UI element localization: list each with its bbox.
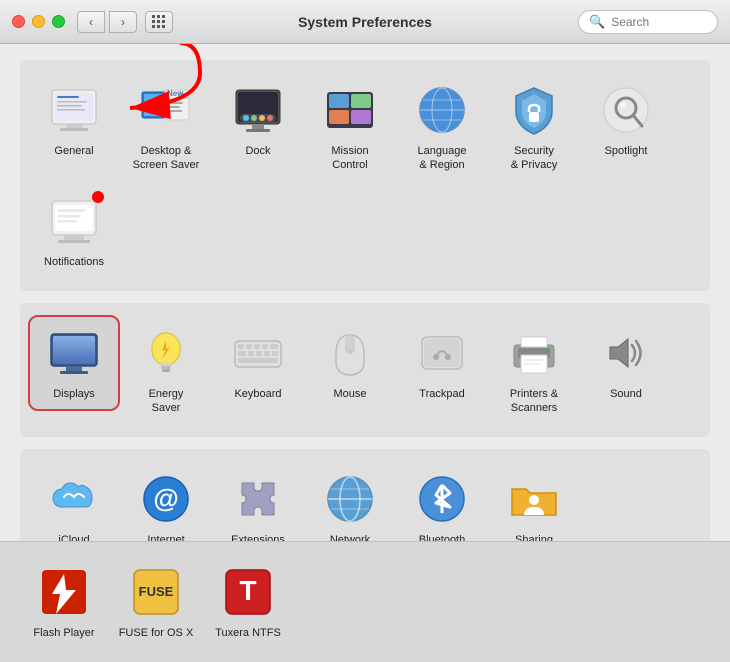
pref-item-sound[interactable]: Sound xyxy=(582,317,670,409)
desktop-icon: New xyxy=(138,82,194,138)
pref-item-spotlight[interactable]: Spotlight xyxy=(582,74,670,166)
sharing-icon xyxy=(506,471,562,527)
printers-label: Printers &Scanners xyxy=(510,387,558,416)
svg-text:New: New xyxy=(167,89,184,98)
minimize-button[interactable] xyxy=(32,15,45,28)
general-label: General xyxy=(54,144,93,158)
search-icon: 🔍 xyxy=(589,14,605,30)
pref-item-fuse[interactable]: FUSE FUSE for OS X xyxy=(112,556,200,648)
pref-item-security[interactable]: Security& Privacy xyxy=(490,74,578,181)
svg-text:FUSE: FUSE xyxy=(139,584,174,599)
section-hardware: Displays EnergySaver xyxy=(20,303,710,438)
notification-badge xyxy=(90,189,106,205)
desktop-label: Desktop &Screen Saver xyxy=(133,144,200,173)
maximize-button[interactable] xyxy=(52,15,65,28)
search-box[interactable]: 🔍 xyxy=(578,10,718,34)
tuxera-label: Tuxera NTFS xyxy=(215,626,281,640)
section-personal: General New Desktop &Screen Saver xyxy=(20,60,710,291)
network-icon xyxy=(322,471,378,527)
pref-item-desktop[interactable]: New Desktop &Screen Saver xyxy=(122,74,210,181)
pref-item-network[interactable]: Network xyxy=(306,463,394,540)
sharing-label: Sharing xyxy=(515,533,553,540)
tuxera-icon: T xyxy=(220,564,276,620)
icloud-icon xyxy=(46,471,102,527)
dock-label: Dock xyxy=(245,144,270,158)
search-input[interactable] xyxy=(611,15,707,29)
pref-item-keyboard[interactable]: Keyboard xyxy=(214,317,302,409)
pref-item-trackpad[interactable]: Trackpad xyxy=(398,317,486,409)
security-icon xyxy=(506,82,562,138)
keyboard-icon xyxy=(230,325,286,381)
back-button[interactable]: ‹ xyxy=(77,11,105,33)
energy-icon xyxy=(138,325,194,381)
content-area: General New Desktop &Screen Saver xyxy=(0,44,730,541)
pref-item-tuxera[interactable]: T Tuxera NTFS xyxy=(204,556,292,648)
bottom-section: Flash Player FUSE FUSE for OS X T Tuxera… xyxy=(0,541,730,662)
window-title: System Preferences xyxy=(298,14,432,30)
pref-item-energy[interactable]: EnergySaver xyxy=(122,317,210,424)
trackpad-icon xyxy=(414,325,470,381)
pref-item-mission[interactable]: MissionControl xyxy=(306,74,394,181)
section-internet: iCloud @ InternetAccounts Extensions xyxy=(20,449,710,540)
svg-text:T: T xyxy=(239,575,256,606)
spotlight-icon xyxy=(598,82,654,138)
svg-text:@: @ xyxy=(153,483,178,513)
pref-item-mouse[interactable]: Mouse xyxy=(306,317,394,409)
general-icon xyxy=(46,82,102,138)
close-button[interactable] xyxy=(12,15,25,28)
mouse-icon xyxy=(322,325,378,381)
flash-icon xyxy=(36,564,92,620)
forward-button[interactable]: › xyxy=(109,11,137,33)
displays-label: Displays xyxy=(53,387,95,401)
sound-label: Sound xyxy=(610,387,642,401)
network-label: Network xyxy=(330,533,370,540)
fuse-label: FUSE for OS X xyxy=(119,626,194,640)
mission-icon xyxy=(322,82,378,138)
mission-label: MissionControl xyxy=(331,144,368,173)
security-label: Security& Privacy xyxy=(511,144,557,173)
language-icon xyxy=(414,82,470,138)
extensions-label: Extensions xyxy=(231,533,285,540)
keyboard-label: Keyboard xyxy=(234,387,281,401)
pref-item-bluetooth[interactable]: Bluetooth xyxy=(398,463,486,540)
pref-item-internet-accounts[interactable]: @ InternetAccounts xyxy=(122,463,210,540)
pref-item-notifications[interactable]: Notifications xyxy=(30,185,118,277)
traffic-lights xyxy=(12,15,65,28)
grid-icon xyxy=(152,15,166,29)
pref-item-dock[interactable]: Dock xyxy=(214,74,302,166)
trackpad-label: Trackpad xyxy=(419,387,464,401)
language-label: Language& Region xyxy=(418,144,467,173)
pref-item-icloud[interactable]: iCloud xyxy=(30,463,118,540)
printers-icon xyxy=(506,325,562,381)
flash-label: Flash Player xyxy=(33,626,94,640)
pref-item-flash[interactable]: Flash Player xyxy=(20,556,108,648)
displays-icon xyxy=(46,325,102,381)
icloud-label: iCloud xyxy=(58,533,89,540)
pref-item-displays[interactable]: Displays xyxy=(30,317,118,409)
pref-item-general[interactable]: General xyxy=(30,74,118,166)
bluetooth-icon xyxy=(414,471,470,527)
energy-label: EnergySaver xyxy=(149,387,184,416)
sound-icon xyxy=(598,325,654,381)
pref-item-language[interactable]: Language& Region xyxy=(398,74,486,181)
notifications-label: Notifications xyxy=(44,255,104,269)
nav-buttons: ‹ › xyxy=(77,11,137,33)
fuse-icon: FUSE xyxy=(128,564,184,620)
pref-item-printers[interactable]: Printers &Scanners xyxy=(490,317,578,424)
extensions-icon xyxy=(230,471,286,527)
grid-view-button[interactable] xyxy=(145,11,173,33)
mouse-label: Mouse xyxy=(333,387,366,401)
pref-item-sharing[interactable]: Sharing xyxy=(490,463,578,540)
internet-accounts-icon: @ xyxy=(138,471,194,527)
bluetooth-label: Bluetooth xyxy=(419,533,465,540)
pref-item-extensions[interactable]: Extensions xyxy=(214,463,302,540)
notifications-icon xyxy=(46,193,102,249)
title-bar: ‹ › System Preferences 🔍 xyxy=(0,0,730,44)
spotlight-label: Spotlight xyxy=(605,144,648,158)
internet-accounts-label: InternetAccounts xyxy=(143,533,188,540)
dock-icon xyxy=(230,82,286,138)
